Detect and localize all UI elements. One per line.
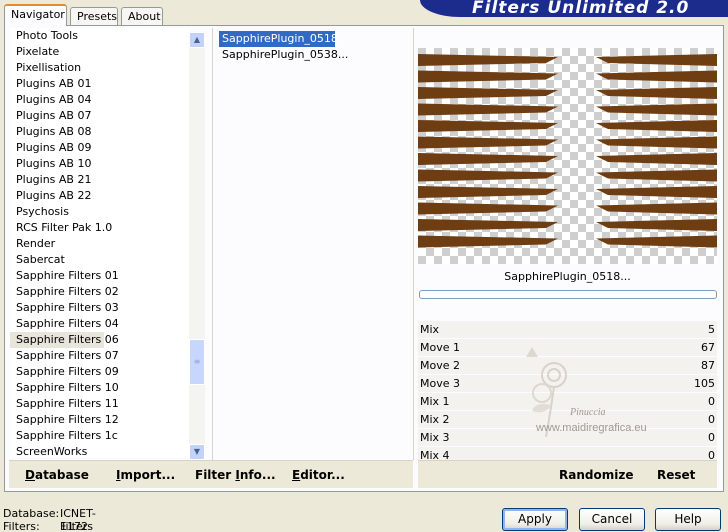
category-item[interactable]: Sapphire Filters 10 [10, 380, 190, 396]
category-item[interactable]: Plugins AB 22 [10, 188, 190, 204]
right-toolbar: Randomize Reset [418, 460, 717, 488]
app-title-banner: Filters Unlimited 2.0 [420, 0, 728, 17]
category-item[interactable]: Sapphire Filters 07 [10, 348, 190, 364]
category-list[interactable]: Photo Tools Pixelate Pixellisation Plugins … [10, 28, 190, 458]
tab-about[interactable]: About [121, 7, 163, 25]
param-name: Mix 4 [420, 449, 450, 460]
filter-list[interactable]: SapphirePlugin_0518... SapphirePlugin_053… [219, 31, 409, 63]
scroll-thumb[interactable]: ≡ [189, 339, 205, 385]
param-row[interactable]: Mix 5 [418, 321, 717, 339]
param-name: Move 3 [420, 377, 460, 390]
param-value: 0 [708, 395, 715, 408]
param-name: Move 2 [420, 359, 460, 372]
param-value: 67 [701, 341, 715, 354]
category-item[interactable]: Pixellisation [10, 60, 190, 76]
apply-button[interactable]: Apply [502, 508, 568, 531]
category-item[interactable]: Plugins AB 08 [10, 124, 190, 140]
category-item[interactable]: Plugins AB 01 [10, 76, 190, 92]
tab-navigator[interactable]: Navigator [4, 4, 67, 26]
app-title: Filters Unlimited 2.0 [472, 0, 690, 18]
filter-info-a: Filter [195, 468, 236, 482]
category-item[interactable]: Pixelate [10, 44, 190, 60]
status-database-label: Database: [3, 507, 60, 520]
filter-info-rest: nfo... [239, 468, 276, 482]
category-scrollbar[interactable]: ▲ ≡ ▼ [189, 32, 205, 460]
watermark-logo: Pinuccia www.maidiregrafica.eu [526, 347, 647, 438]
status-filters: Filters: 1172 [3, 520, 88, 532]
column-divider [413, 28, 414, 460]
tab-presets[interactable]: Presets [70, 7, 118, 25]
import-rest: mport... [120, 468, 176, 482]
param-value: 87 [701, 359, 715, 372]
database-rest: atabase [34, 468, 89, 482]
status-filters-label: Filters: [3, 520, 40, 532]
category-item[interactable]: Plugins AB 04 [10, 92, 190, 108]
editor-accel: E [292, 468, 301, 482]
param-value: 0 [708, 413, 715, 426]
navigator-panel: Photo Tools Pixelate Pixellisation Plugins … [4, 25, 724, 492]
parameter-list: Mix 5 Move 1 67 Move 2 87 Move 3 105 Mix 1 0 Mix 2… [418, 321, 717, 460]
param-name: Mix 3 [420, 431, 450, 444]
category-item[interactable]: Sapphire Filters 11 [10, 396, 190, 412]
watermark-site: www.maidiregrafica.eu [535, 422, 647, 434]
editor-rest: ditor... [300, 468, 345, 482]
database-accel: D [25, 468, 35, 482]
category-item[interactable]: Sapphire Filters 01 [10, 268, 190, 284]
category-item[interactable]: ScreenWorks [10, 444, 190, 458]
param-name: Move 1 [420, 341, 460, 354]
status-database: Database: ICNET-Filters [3, 507, 96, 532]
category-item[interactable]: Plugins AB 07 [10, 108, 190, 124]
progress-bar [419, 290, 717, 299]
param-value: 0 [708, 449, 715, 460]
reset-button[interactable]: Reset [657, 467, 695, 483]
left-toolbar: Database Import... Filter Info... Editor… [9, 460, 413, 488]
database-button[interactable]: Database [25, 467, 89, 483]
scroll-down-button[interactable]: ▼ [189, 444, 205, 460]
import-button[interactable]: Import... [116, 467, 175, 483]
category-item[interactable]: Sapphire Filters 1c [10, 428, 190, 444]
status-filters-value: 1172 [60, 520, 88, 532]
category-item[interactable]: Sapphire Filters 12 [10, 412, 190, 428]
category-item[interactable]: Photo Tools [10, 28, 190, 44]
param-value: 0 [708, 431, 715, 444]
preview-filter-name: SapphirePlugin_0518... [504, 270, 631, 283]
watermark-name: Pinuccia [569, 407, 606, 418]
param-name: Mix 2 [420, 413, 450, 426]
param-value: 105 [694, 377, 715, 390]
filter-preview [418, 48, 717, 264]
category-item[interactable]: Sapphire Filters 04 [10, 316, 190, 332]
category-item[interactable]: Sapphire Filters 02 [10, 284, 190, 300]
category-item[interactable]: Plugins AB 10 [10, 156, 190, 172]
category-item[interactable]: Psychosis [10, 204, 190, 220]
category-item[interactable]: Sapphire Filters 06 [10, 332, 119, 348]
scroll-up-button[interactable]: ▲ [189, 32, 205, 48]
param-value: 5 [708, 323, 715, 336]
category-item[interactable]: RCS Filter Pak 1.0 [10, 220, 190, 236]
param-name: Mix 1 [420, 395, 450, 408]
category-item[interactable]: Plugins AB 21 [10, 172, 190, 188]
category-item[interactable]: Sapphire Filters 03 [10, 300, 190, 316]
column-divider [212, 28, 213, 460]
category-item[interactable]: Sapphire Filters 09 [10, 364, 190, 380]
category-item[interactable]: Plugins AB 09 [10, 140, 190, 156]
randomize-button[interactable]: Randomize [559, 467, 633, 483]
help-button[interactable]: Help [655, 508, 721, 531]
cancel-button[interactable]: Cancel [579, 508, 645, 531]
filter-info-button[interactable]: Filter Info... [195, 467, 276, 483]
category-item[interactable]: Sabercat [10, 252, 190, 268]
category-item[interactable]: Render [10, 236, 190, 252]
filter-item[interactable]: SapphirePlugin_0518... [219, 31, 348, 47]
param-row[interactable]: Mix 4 0 [418, 447, 717, 460]
filter-item[interactable]: SapphirePlugin_0538... [219, 47, 348, 63]
param-name: Mix [420, 323, 440, 336]
preview-image [418, 48, 717, 264]
editor-button[interactable]: Editor... [292, 467, 345, 483]
